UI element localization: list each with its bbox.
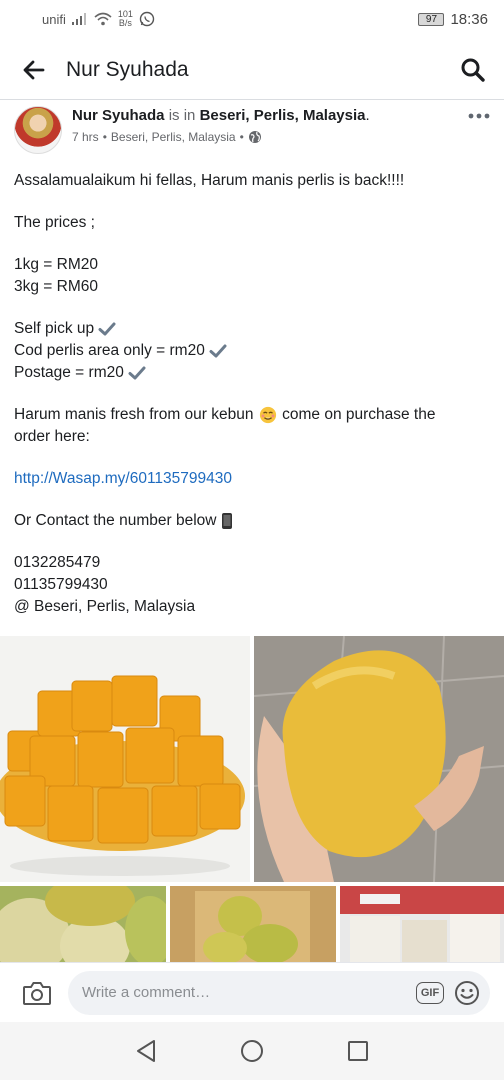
comment-input[interactable]: Write a comment… GIF (68, 970, 490, 1015)
nav-back-button[interactable] (133, 1038, 159, 1064)
gif-button[interactable]: GIF (416, 981, 444, 1004)
circle-home-icon (241, 1040, 263, 1062)
post-author-line: Nur Syuhada is in Beseri, Perlis, Malays… (72, 107, 466, 124)
search-button[interactable] (458, 55, 488, 85)
speed-unit: B/s (118, 18, 132, 28)
post-line: Harum manis fresh from our kebun come on… (14, 404, 490, 426)
post-body: Assalamualaikum hi fellas, Harum manis p… (14, 170, 490, 618)
location-suffix: . (365, 107, 370, 124)
post-line-check: Self pick up (14, 318, 490, 340)
post-time[interactable]: 7 hrs (72, 130, 99, 144)
phone-emoji-icon (221, 512, 232, 529)
photo-mango-box[interactable] (170, 886, 336, 962)
post-line: The prices ; (14, 214, 95, 231)
mango-pile-image (0, 886, 166, 962)
post-line-part: Or Contact the number below (14, 512, 217, 529)
post-header: Nur Syuhada is in Beseri, Perlis, Malays… (14, 106, 490, 158)
post-location-line: @ Beseri, Perlis, Malaysia (14, 598, 196, 615)
clock: 18:36 (450, 10, 488, 28)
face-emoji-icon (259, 406, 276, 424)
mango-box-image (170, 886, 336, 962)
meta-separator: • (239, 130, 244, 144)
carrier-name: unifi (42, 11, 66, 27)
post-line-part: Harum manis fresh from our kebun (14, 406, 254, 423)
phone-number: 01135799430 (14, 576, 108, 593)
post-line-part: come on purchase the (282, 406, 436, 423)
meta-separator: • (102, 130, 107, 144)
page-title: Nur Syuhada (66, 57, 189, 81)
photo-cut-mango[interactable] (0, 636, 250, 882)
nav-recents-button[interactable] (345, 1038, 371, 1064)
triangle-back-icon (137, 1040, 155, 1062)
check-mark-icon (128, 366, 146, 380)
post-line: Assalamualaikum hi fellas, Harum manis p… (14, 172, 405, 189)
avatar[interactable] (14, 106, 62, 154)
post-meta: 7 hrs • Beseri, Perlis, Malaysia • (72, 130, 466, 144)
check-mark-icon (209, 344, 227, 358)
location-link[interactable]: Beseri, Perlis, Malaysia (200, 107, 366, 124)
whatsapp-icon (139, 11, 155, 27)
battery-indicator: 97 (418, 12, 445, 26)
camera-icon (23, 981, 51, 1005)
phone-number: 0132285479 (14, 554, 101, 571)
square-recents-icon (348, 1041, 368, 1061)
arrow-left-icon (23, 60, 45, 79)
search-icon (461, 58, 485, 82)
whatsapp-link[interactable]: http://Wasap.my/601135799430 (14, 468, 490, 490)
post-line: 3kg = RM60 (14, 278, 99, 295)
back-button[interactable] (20, 56, 48, 84)
cut-mango-image (0, 636, 250, 882)
more-options-button[interactable] (466, 106, 490, 158)
network-speed: 101 B/s (118, 10, 133, 28)
post-line: Self pick up (14, 320, 95, 337)
nav-home-button[interactable] (239, 1038, 265, 1064)
more-horizontal-icon (468, 113, 490, 119)
signal-icon (71, 13, 86, 25)
status-bar: unifi 101 B/s 97 18:36 (0, 0, 504, 38)
post-line: Cod perlis area only = rm20 (14, 342, 205, 359)
emoji-icon[interactable] (454, 980, 480, 1006)
is-in-text: is in (168, 107, 196, 124)
photo-mango-pile[interactable] (0, 886, 166, 962)
app-bar: Nur Syuhada (0, 40, 504, 100)
photo-parcels[interactable] (340, 886, 504, 962)
globe-icon (248, 131, 261, 143)
comment-bar: Write a comment… GIF (0, 962, 504, 1022)
author-name[interactable]: Nur Syuhada (72, 107, 165, 124)
wifi-icon (94, 12, 112, 26)
photo-grid (0, 636, 504, 962)
post-line: Postage = rm20 (14, 364, 124, 381)
camera-button[interactable] (20, 976, 54, 1010)
system-nav-bar (0, 1022, 504, 1080)
post-line: 1kg = RM20 (14, 256, 99, 273)
post-line: Or Contact the number below (14, 510, 490, 532)
check-mark-icon (98, 322, 116, 336)
whole-mango-image (254, 636, 504, 882)
comment-placeholder: Write a comment… (82, 984, 211, 1001)
post-meta-location: Beseri, Perlis, Malaysia (110, 130, 236, 144)
parcels-image (340, 886, 504, 962)
photo-whole-mango[interactable] (254, 636, 504, 882)
post-line-check: Postage = rm20 (14, 362, 490, 384)
post-line: order here: (14, 428, 90, 445)
post-line-check: Cod perlis area only = rm20 (14, 340, 490, 362)
